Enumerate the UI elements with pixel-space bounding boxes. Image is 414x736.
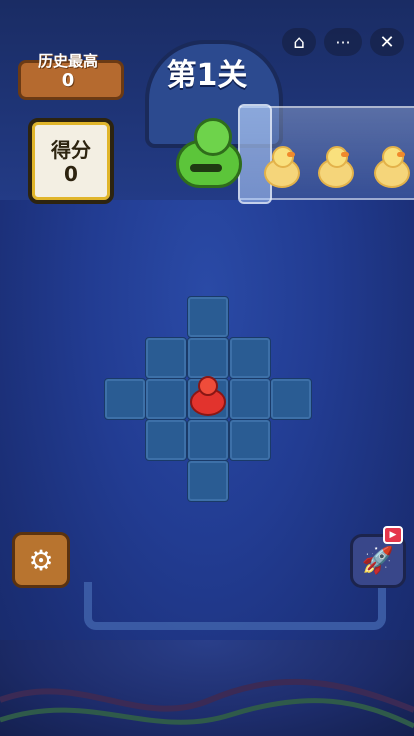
board-cell[interactable] [187, 419, 229, 461]
board-cell[interactable] [104, 378, 146, 420]
red-head [198, 376, 218, 396]
gear-icon: ⚙ [28, 543, 54, 577]
board-cell[interactable] [187, 296, 229, 338]
rocket-icon: 🚀 [361, 546, 395, 576]
board-cell[interactable] [270, 378, 312, 420]
settings-button[interactable]: ⚙ [12, 532, 70, 588]
board-cell[interactable] [187, 337, 229, 379]
play-icon: ▶ [389, 530, 397, 540]
vines-decoration [0, 678, 414, 729]
video-ad-badge: ▶ [383, 526, 403, 544]
board-cell[interactable] [229, 378, 271, 420]
red-slime-piece[interactable] [188, 374, 226, 416]
board-cell[interactable] [229, 337, 271, 379]
board-cell[interactable] [145, 337, 187, 379]
floor-pipe [84, 582, 386, 630]
board-cell[interactable] [145, 378, 187, 420]
board-cell[interactable] [145, 419, 187, 461]
board-cell[interactable] [229, 419, 271, 461]
board-cell[interactable] [187, 460, 229, 502]
